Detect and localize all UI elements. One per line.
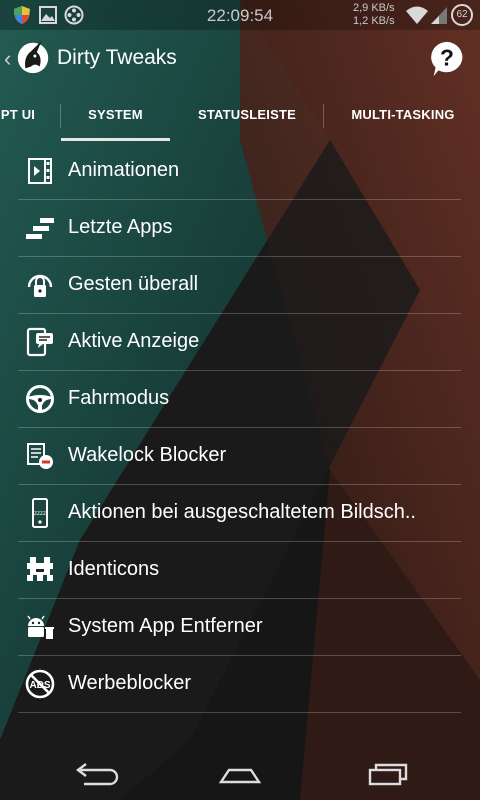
- list-item-identicons[interactable]: Identicons: [18, 541, 461, 599]
- upload-speed: 2,9 KB/s: [353, 2, 395, 14]
- phone-message-icon: [26, 327, 53, 357]
- recents-icon[interactable]: [362, 758, 412, 790]
- app-title: Dirty Tweaks: [57, 46, 177, 69]
- list-item-label: Animationen: [68, 159, 180, 181]
- home-icon[interactable]: [215, 758, 265, 790]
- signal-icon: [431, 7, 447, 24]
- tab-strip: PT UI SYSTEM STATUSLEISTE MULTI-TASKING: [0, 92, 480, 142]
- selected-tab-indicator: [61, 138, 170, 141]
- back-icon[interactable]: [70, 758, 120, 790]
- list-item-aktive-anzeige[interactable]: Aktive Anzeige: [18, 313, 461, 371]
- action-bar: ‹ Dirty Tweaks ?: [0, 30, 480, 92]
- list-item-animationen[interactable]: Animationen: [18, 142, 461, 200]
- phone-sleep-icon: zzzz: [32, 498, 48, 528]
- list-item-label: Gesten überall: [68, 273, 199, 295]
- tab-system[interactable]: SYSTEM: [61, 92, 170, 140]
- steering-wheel-icon: [26, 385, 54, 413]
- list-item-label: Wakelock Blocker: [68, 444, 227, 466]
- list-item-label: Werbeblocker: [68, 672, 192, 694]
- tab-statusleiste[interactable]: STATUSLEISTE: [185, 92, 309, 140]
- list-item-werbeblocker[interactable]: ADS Werbeblocker: [18, 655, 461, 713]
- unicorn-logo-icon[interactable]: [14, 38, 52, 76]
- lock-gesture-icon: [27, 274, 53, 297]
- list-item-fahrmodus[interactable]: Fahrmodus: [18, 370, 461, 428]
- list-item-system-app-entferner[interactable]: System App Entferner: [18, 598, 461, 656]
- list-item-label: System App Entferner: [68, 615, 263, 637]
- battery-icon: 62: [451, 4, 473, 26]
- android-remove-icon: [27, 615, 54, 639]
- document-block-icon: [27, 443, 53, 469]
- help-icon[interactable]: ?: [428, 40, 466, 78]
- navigation-bar: [0, 748, 480, 800]
- wifi-icon: [406, 6, 428, 24]
- svg-text:zzzz: zzzz: [34, 511, 46, 517]
- svg-text:?: ?: [440, 45, 454, 71]
- list-item-label: Fahrmodus: [68, 387, 170, 409]
- network-speed: 2,9 KB/s 1,2 KB/s: [353, 2, 395, 28]
- status-bar: 22:09:54 2,9 KB/s 1,2 KB/s 62: [0, 0, 480, 30]
- list-item-label: Aktionen bei ausgeschaltetem Bildsch..: [68, 501, 416, 523]
- identicon-icon: [27, 557, 53, 581]
- download-speed: 1,2 KB/s: [353, 15, 395, 27]
- list-item-wakelock-blocker[interactable]: Wakelock Blocker: [18, 427, 461, 485]
- list-item-label: Letzte Apps: [68, 216, 173, 238]
- tab-multi-tasking[interactable]: MULTI-TASKING: [340, 92, 466, 140]
- tab-divider: [323, 104, 324, 128]
- list-item-gesten-ueberall[interactable]: Gesten überall: [18, 256, 461, 314]
- stairs-icon: [26, 218, 54, 239]
- no-ads-icon: ADS: [25, 669, 55, 699]
- list-item-label: Aktive Anzeige: [68, 330, 200, 352]
- film-icon: [28, 158, 52, 184]
- list-item-label: Identicons: [68, 558, 160, 580]
- list-item-letzte-apps[interactable]: Letzte Apps: [18, 199, 461, 257]
- list-item-aktionen-bildschirm-aus[interactable]: zzzz Aktionen bei ausgeschaltetem Bildsc…: [18, 484, 461, 542]
- tab-pt-ui[interactable]: PT UI: [0, 92, 38, 140]
- chevron-left-icon[interactable]: ‹: [4, 46, 11, 72]
